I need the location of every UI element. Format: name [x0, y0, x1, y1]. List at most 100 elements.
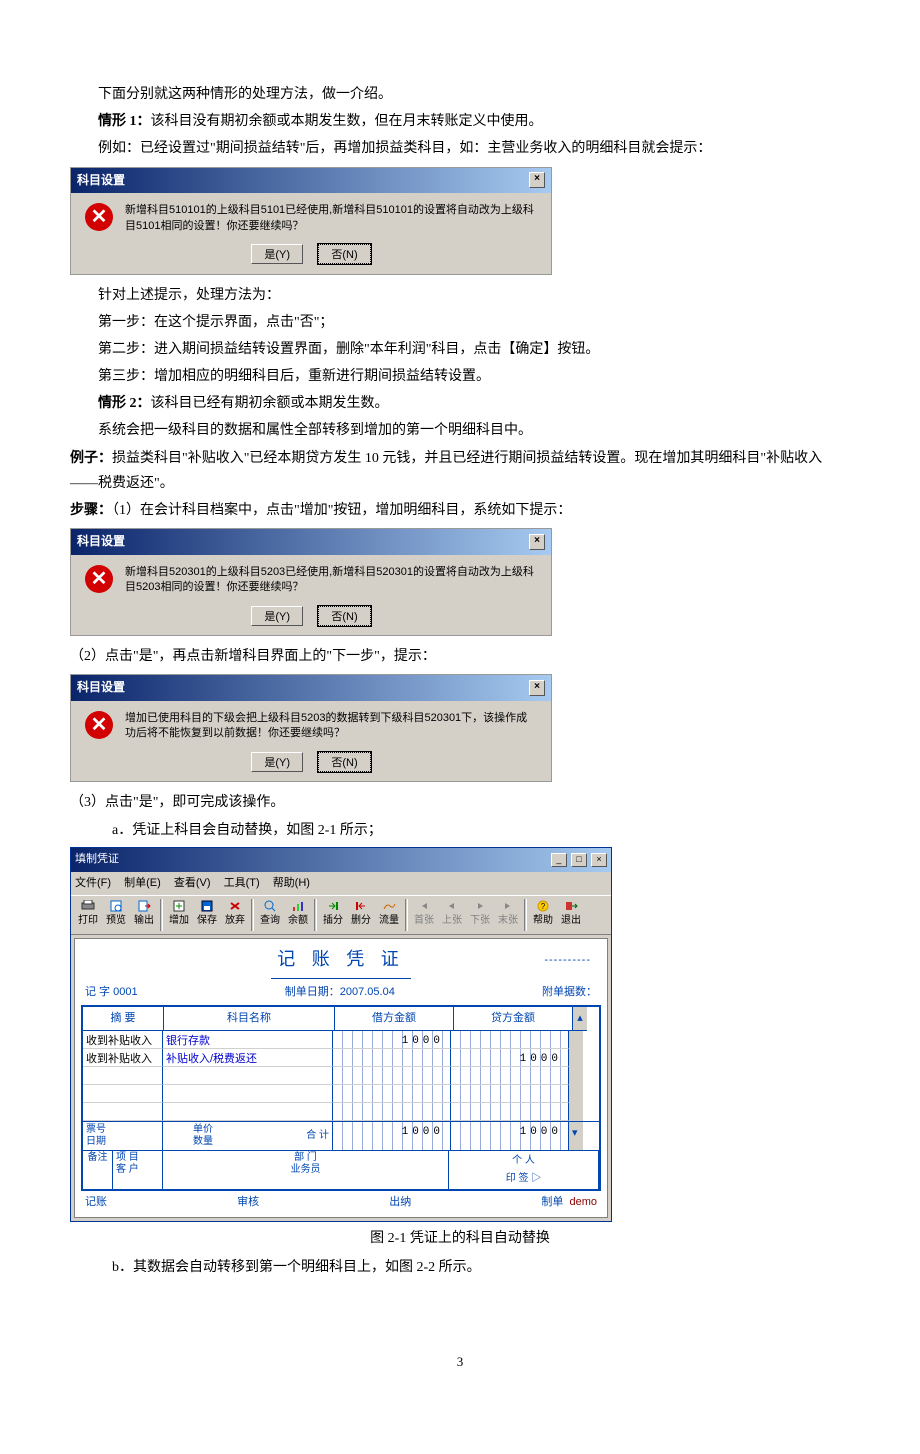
example-label: 例子： — [70, 451, 112, 466]
cell-debit[interactable]: 1000 — [333, 1031, 451, 1049]
cell-credit[interactable] — [451, 1085, 569, 1103]
resp-intro: 针对上述提示，处理方法为： — [70, 283, 850, 308]
cell-subject[interactable]: 银行存款 — [163, 1031, 333, 1049]
tb-exit[interactable]: 退出 — [557, 898, 585, 932]
dlg2-titlebar: 科目设置 × — [71, 529, 551, 555]
tb-help[interactable]: ?帮助 — [529, 898, 557, 932]
scrollbar[interactable] — [569, 1067, 583, 1085]
error-icon: ✕ — [85, 203, 113, 231]
tb-last[interactable]: 末张 — [494, 898, 522, 932]
total-credit: 1000 — [520, 1123, 562, 1143]
voucher-left-meta: 记 字 0001 — [85, 983, 138, 1003]
close-icon[interactable]: × — [529, 172, 545, 188]
tb-print[interactable]: 打印 — [74, 898, 102, 932]
tb-flow[interactable]: 流量 — [375, 898, 403, 932]
cell-summary[interactable]: 收到补贴收入 — [83, 1031, 163, 1049]
figure-caption: 图 2-1 凭证上的科目自动替换 — [70, 1226, 850, 1251]
cell-subject[interactable] — [163, 1103, 333, 1121]
cell-credit[interactable] — [451, 1103, 569, 1121]
dlg2-yes-button[interactable]: 是(Y) — [251, 606, 303, 626]
cell-summary[interactable] — [83, 1067, 163, 1085]
tb-balance[interactable]: 余额 — [284, 898, 312, 932]
voucher-right-meta: 附单据数： — [542, 983, 597, 1003]
cell-credit[interactable]: 1000 — [451, 1049, 569, 1067]
seal-icon: 印 — [506, 1173, 516, 1184]
dlg1-msg: 新增科目510101的上级科目5101已经使用,新增科目510101的设置将自动… — [125, 203, 537, 234]
cell-summary[interactable] — [83, 1085, 163, 1103]
steps-label: 步骤： — [70, 503, 112, 518]
menu-edit[interactable]: 制单(E) — [124, 877, 161, 889]
voucher-body: 记 账 凭 证 ---------- 记 字 0001 制单日期：2007.05… — [74, 938, 608, 1218]
case2-text: 该科目已经有期初余额或本期发生数。 — [151, 396, 389, 411]
voucher-titlebar: 填制凭证 _ □ × — [71, 848, 611, 872]
cell-debit[interactable] — [333, 1049, 451, 1067]
tb-prev[interactable]: 上张 — [438, 898, 466, 932]
tb-preview[interactable]: 预览 — [102, 898, 130, 932]
dlg3-msg: 增加已使用科目的下级会把上级科目5203的数据转到下级科目520301下，该操作… — [125, 711, 537, 742]
scrollbar[interactable] — [569, 1031, 583, 1049]
voucher-window: 填制凭证 _ □ × 文件(F) 制单(E) 查看(V) 工具(T) 帮助(H)… — [70, 847, 612, 1222]
cell-credit[interactable] — [451, 1031, 569, 1049]
menu-view[interactable]: 查看(V) — [174, 877, 211, 889]
dlg2-no-button[interactable]: 否(N) — [318, 606, 370, 626]
maximize-icon[interactable]: □ — [571, 853, 587, 867]
sub-b: b．其数据会自动转移到第一个明细科目上，如图 2-2 所示。 — [70, 1255, 850, 1280]
voucher-row[interactable] — [83, 1085, 599, 1103]
voucher-row[interactable]: 收到补贴收入补贴收入/税费返还 1000 — [83, 1049, 599, 1067]
dlg3-title: 科目设置 — [77, 677, 125, 699]
dlg2-title: 科目设置 — [77, 531, 125, 553]
cell-debit[interactable] — [333, 1103, 451, 1121]
page-number: 3 — [70, 1350, 850, 1373]
extra-l1: 票号 — [86, 1124, 106, 1135]
dlg1-no-button[interactable]: 否(N) — [318, 244, 370, 264]
seal-icon: ▷ — [531, 1173, 541, 1184]
cell-debit[interactable] — [333, 1067, 451, 1085]
cell-subject[interactable] — [163, 1067, 333, 1085]
tb-next[interactable]: 下张 — [466, 898, 494, 932]
cell-summary[interactable]: 收到补贴收入 — [83, 1049, 163, 1067]
tb-add[interactable]: 增加 — [165, 898, 193, 932]
dialog-1: 科目设置 × ✕ 新增科目510101的上级科目5101已经使用,新增科目510… — [70, 167, 552, 275]
scrollbar[interactable] — [569, 1085, 583, 1103]
dlg1-titlebar: 科目设置 × — [71, 168, 551, 194]
case1-text: 该科目没有期初余额或本期发生数，但在月末转账定义中使用。 — [151, 114, 543, 129]
dashline: ---------- — [544, 951, 591, 971]
scroll-down-icon[interactable]: ▾ — [569, 1122, 583, 1150]
tb-query[interactable]: 查询 — [256, 898, 284, 932]
menu-file[interactable]: 文件(F) — [75, 877, 111, 889]
dlg3-no-button[interactable]: 否(N) — [318, 752, 370, 772]
foot-r: 个 人 — [512, 1155, 535, 1166]
status-r3: demo — [569, 1196, 597, 1208]
step2: 第二步：进入期间损益结转设置界面，删除"本年利润"科目，点击【确定】按钮。 — [70, 337, 850, 362]
voucher-row[interactable] — [83, 1103, 599, 1121]
close-icon[interactable]: × — [529, 534, 545, 550]
close-icon[interactable]: × — [529, 680, 545, 696]
dialog-3: 科目设置 × ✕ 增加已使用科目的下级会把上级科目5203的数据转到下级科目52… — [70, 674, 552, 782]
tb-save[interactable]: 保存 — [193, 898, 221, 932]
dlg1-yes-button[interactable]: 是(Y) — [251, 244, 303, 264]
tb-cancel[interactable]: 放弃 — [221, 898, 249, 932]
cell-debit[interactable] — [333, 1085, 451, 1103]
tb-first[interactable]: 首张 — [410, 898, 438, 932]
cell-subject[interactable] — [163, 1085, 333, 1103]
dlg3-yes-button[interactable]: 是(Y) — [251, 752, 303, 772]
scrollbar[interactable] — [569, 1103, 583, 1121]
voucher-title: 记 账 凭 证 — [271, 943, 411, 978]
cell-subject[interactable]: 补贴收入/税费返还 — [163, 1049, 333, 1067]
menu-tool[interactable]: 工具(T) — [224, 877, 260, 889]
tb-export[interactable]: 输出 — [130, 898, 158, 932]
minimize-icon[interactable]: _ — [551, 853, 567, 867]
voucher-row[interactable] — [83, 1067, 599, 1085]
scrollbar[interactable] — [569, 1049, 583, 1067]
cell-credit[interactable] — [451, 1067, 569, 1085]
cell-summary[interactable] — [83, 1103, 163, 1121]
menu-help[interactable]: 帮助(H) — [273, 877, 310, 889]
voucher-row[interactable]: 收到补贴收入银行存款1000 — [83, 1031, 599, 1049]
tb-insert[interactable]: 插分 — [319, 898, 347, 932]
extra-c2: 数量 — [193, 1136, 213, 1147]
close-icon[interactable]: × — [591, 853, 607, 867]
scroll-up-icon[interactable]: ▴ — [573, 1007, 587, 1032]
menubar: 文件(F) 制单(E) 查看(V) 工具(T) 帮助(H) — [71, 872, 611, 896]
step3: 第三步：增加相应的明细科目后，重新进行期间损益结转设置。 — [70, 364, 850, 389]
tb-delete[interactable]: 删分 — [347, 898, 375, 932]
